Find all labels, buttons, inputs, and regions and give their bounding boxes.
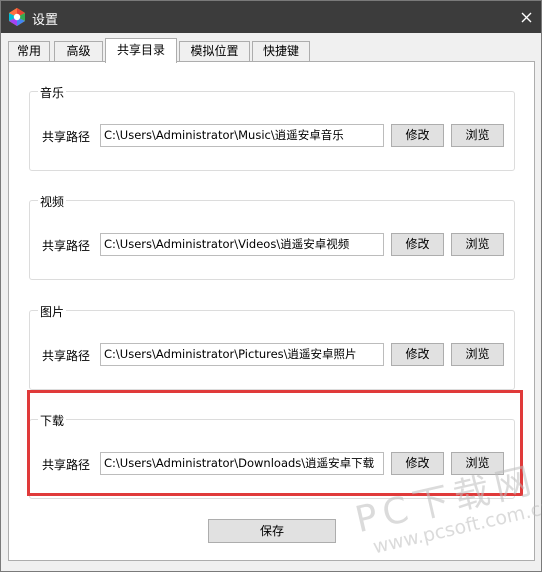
music-modify-button[interactable]: 修改: [391, 124, 444, 147]
video-modify-button[interactable]: 修改: [391, 233, 444, 256]
group-title: 音乐: [38, 84, 67, 101]
tab-mock-location[interactable]: 模拟位置: [179, 41, 250, 62]
tab-advanced[interactable]: 高级: [54, 41, 103, 62]
path-label: 共享路径: [42, 239, 91, 253]
video-group: 视频 共享路径 C:\Users\Administrator\Videos\逍遥…: [29, 193, 515, 280]
picture-path-input[interactable]: C:\Users\Administrator\Pictures\逍遥安卓照片: [100, 343, 384, 366]
music-path-input[interactable]: C:\Users\Administrator\Music\逍遥安卓音乐: [100, 124, 384, 147]
settings-window: 设置 常用 高级 共享目录 模拟位置 快捷键 音乐 共享路径 C:\Users\…: [0, 0, 542, 572]
tab-shortcuts[interactable]: 快捷键: [252, 41, 310, 62]
title-bar: 设置: [1, 1, 541, 33]
tab-strip: 常用 高级 共享目录 模拟位置 快捷键: [8, 38, 408, 63]
video-browse-button[interactable]: 浏览: [451, 233, 504, 256]
close-icon: [521, 12, 531, 22]
close-button[interactable]: [511, 1, 541, 33]
group-title: 图片: [38, 303, 67, 320]
tab-general[interactable]: 常用: [8, 41, 50, 62]
tab-shared-directory[interactable]: 共享目录: [105, 38, 177, 63]
video-path-input[interactable]: C:\Users\Administrator\Videos\逍遥安卓视频: [100, 233, 384, 256]
app-logo-icon: [7, 7, 27, 27]
music-group: 音乐 共享路径 C:\Users\Administrator\Music\逍遥安…: [29, 84, 515, 171]
save-button[interactable]: 保存: [208, 519, 336, 543]
group-title: 视频: [38, 193, 67, 210]
path-label: 共享路径: [42, 349, 91, 363]
picture-modify-button[interactable]: 修改: [391, 343, 444, 366]
music-browse-button[interactable]: 浏览: [451, 124, 504, 147]
picture-group: 图片 共享路径 C:\Users\Administrator\Pictures\…: [29, 303, 515, 390]
path-label: 共享路径: [42, 130, 91, 144]
picture-browse-button[interactable]: 浏览: [451, 343, 504, 366]
window-title: 设置: [32, 13, 59, 28]
